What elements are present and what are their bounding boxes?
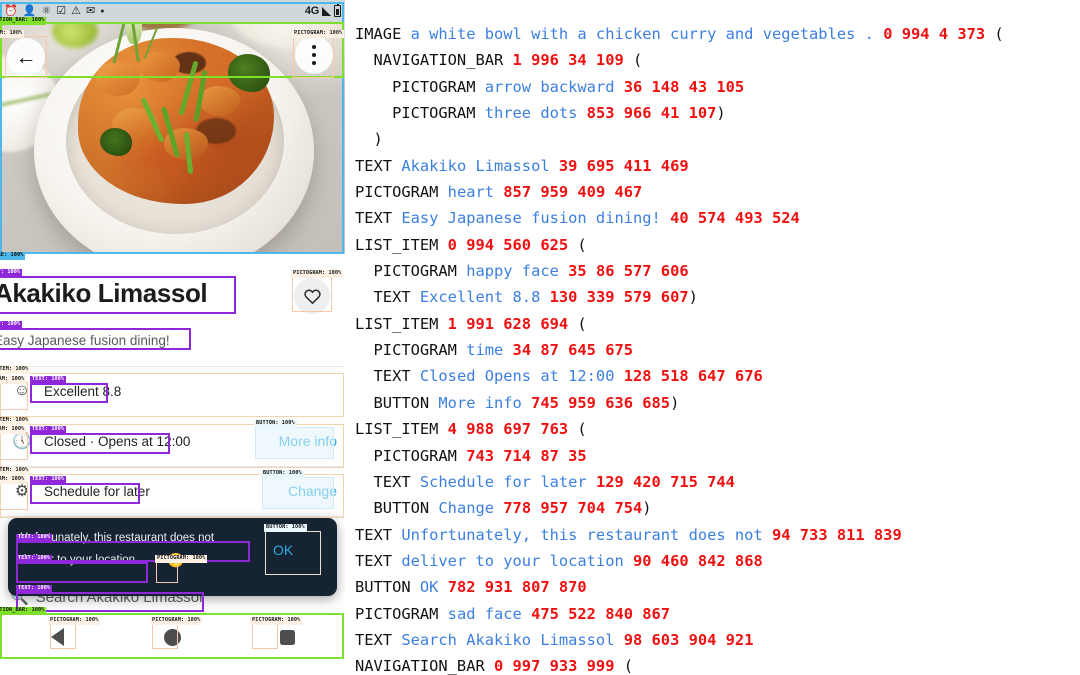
status-bar: ⏰ 👤 ⚛ ☑ ⚠ ✉ ● 4G [0, 0, 345, 22]
tasks-icon: ☑ [56, 4, 67, 17]
dialog-message-line2: deliver to your location [20, 554, 136, 566]
network-label: 4G [304, 5, 319, 17]
list-item-label: Excellent 8.8 [44, 383, 122, 399]
nav-recents-button[interactable] [230, 629, 345, 645]
list-item-rating[interactable]: ☺ Excellent 8.8 [0, 368, 345, 414]
nav-home-button[interactable] [115, 628, 230, 646]
happy-face-icon: ☺ [13, 382, 31, 399]
parse-tree-line: PICTOGRAM 743 714 87 35 [355, 446, 587, 465]
sad-face-icon: 😕 [167, 552, 185, 568]
ok-button[interactable]: OK [273, 542, 293, 558]
parse-tree-line: NAVIGATION_BAR 1 996 34 109 ( [355, 51, 643, 70]
battery-icon [334, 3, 341, 17]
broccoli-floret [100, 128, 132, 156]
restaurant-details-sheet: Akakiko Limassol Easy Japanese fusion di… [0, 254, 345, 675]
divider [0, 516, 345, 517]
parse-tree-listing: IMAGE a white bowl with a chicken curry … [355, 21, 1080, 675]
screenshot-root: ⏰ 👤 ⚛ ☑ ⚠ ✉ ● 4G ← Akakiko Limassol Easy… [0, 0, 1080, 675]
system-navigation-bar [0, 614, 345, 660]
parse-tree-line: PICTOGRAM time 34 87 645 675 [355, 341, 634, 360]
list-item-schedule[interactable]: ⚙ Schedule for later Change [0, 468, 345, 514]
page-title: Akakiko Limassol [0, 278, 208, 308]
person-icon: 👤 [22, 4, 37, 17]
time-icon: 🕔 [12, 433, 32, 450]
three-dots-icon [311, 44, 317, 66]
dialog-message-line1: Unfortunately, this restaurant does not [20, 532, 215, 544]
divider [0, 366, 345, 367]
hero-overflow-button[interactable] [295, 36, 333, 74]
parse-tree-line: PICTOGRAM heart 857 959 409 467 [355, 183, 643, 202]
parse-tree-line: BUTTON More info 745 959 636 685) [355, 393, 680, 412]
gray-circle-icon [164, 628, 181, 646]
alarm-icon: ⏰ [4, 4, 18, 17]
list-item-hours[interactable]: 🕔 Closed · Opens at 12:00 More info [0, 418, 345, 464]
more-info-button[interactable]: More info [279, 433, 337, 449]
signal-icon [322, 6, 331, 16]
status-icons-left: ⏰ 👤 ⚛ ☑ ⚠ ✉ ● [4, 4, 305, 17]
parse-tree-line: PICTOGRAM arrow backward 36 148 43 105 [355, 77, 745, 96]
parse-tree-line: TEXT Easy Japanese fusion dining! 40 574… [355, 209, 800, 228]
parse-tree-line: LIST_ITEM 4 988 697 763 ( [355, 420, 587, 439]
favorite-button[interactable] [294, 278, 330, 314]
parse-tree-line: LIST_ITEM 1 991 628 694 ( [355, 314, 587, 333]
no-delivery-dialog: Unfortunately, this restaurant does not … [8, 518, 337, 596]
schedule-icon: ⚙ [14, 483, 30, 500]
hero-food-image [0, 0, 345, 254]
arrow-backward-icon: ← [15, 45, 37, 69]
parse-tree-line: TEXT Closed Opens at 12:00 128 518 647 6… [355, 367, 763, 386]
parse-tree-line: TEXT Excellent 8.8 130 339 579 607) [355, 288, 698, 307]
parse-tree-line: PICTOGRAM happy face 35 86 577 606 [355, 262, 689, 281]
arrow-backward-icon [51, 628, 64, 646]
heart-icon [303, 289, 321, 304]
change-button[interactable]: Change [288, 483, 337, 499]
parse-tree-line: TEXT deliver to your location 90 460 842… [355, 551, 763, 570]
parse-tree-line: TEXT Unfortunately, this restaurant does… [355, 525, 902, 544]
parse-tree-line: ) [355, 130, 383, 149]
divider [0, 466, 345, 467]
warning-icon: ⚠ [71, 4, 82, 17]
parse-tree-line: TEXT Search Akakiko Limassol 98 603 904 … [355, 630, 754, 649]
parse-tree-line: LIST_ITEM 0 994 560 625 ( [355, 235, 587, 254]
dot-icon: ● [100, 7, 105, 15]
parse-tree-line: PICTOGRAM sad face 475 522 840 867 [355, 604, 671, 623]
mail-icon: ✉ [86, 4, 96, 17]
divider [0, 416, 345, 417]
parse-tree-line: TEXT Schedule for later 129 420 715 744 [355, 472, 735, 491]
parse-tree-line: BUTTON Change 778 957 704 754) [355, 499, 652, 518]
list-item-label: Closed · Opens at 12:00 [44, 433, 191, 449]
page-subtitle: Easy Japanese fusion dining! [0, 333, 170, 348]
parse-tree-line: PICTOGRAM three dots 853 966 41 107) [355, 104, 726, 123]
nav-back-button[interactable] [0, 628, 115, 646]
parse-tree-line: BUTTON OK 782 931 807 870 [355, 578, 587, 597]
hero-back-button[interactable]: ← [7, 38, 45, 76]
parse-tree-line: TEXT Akakiko Limassol 39 695 411 469 [355, 156, 689, 175]
status-icons-right: 4G [304, 3, 341, 17]
parse-tree-line: NAVIGATION_BAR 0 997 933 999 ( [355, 657, 634, 675]
nav-bar-rect-icon [280, 629, 295, 645]
parse-tree-line: IMAGE a white bowl with a chicken curry … [355, 25, 1004, 43]
camera-icon: ⚛ [41, 4, 52, 17]
list-item-label: Schedule for later [44, 483, 150, 499]
annotated-phone-screenshot: ⏰ 👤 ⚛ ☑ ⚠ ✉ ● 4G ← Akakiko Limassol Easy… [0, 0, 345, 675]
